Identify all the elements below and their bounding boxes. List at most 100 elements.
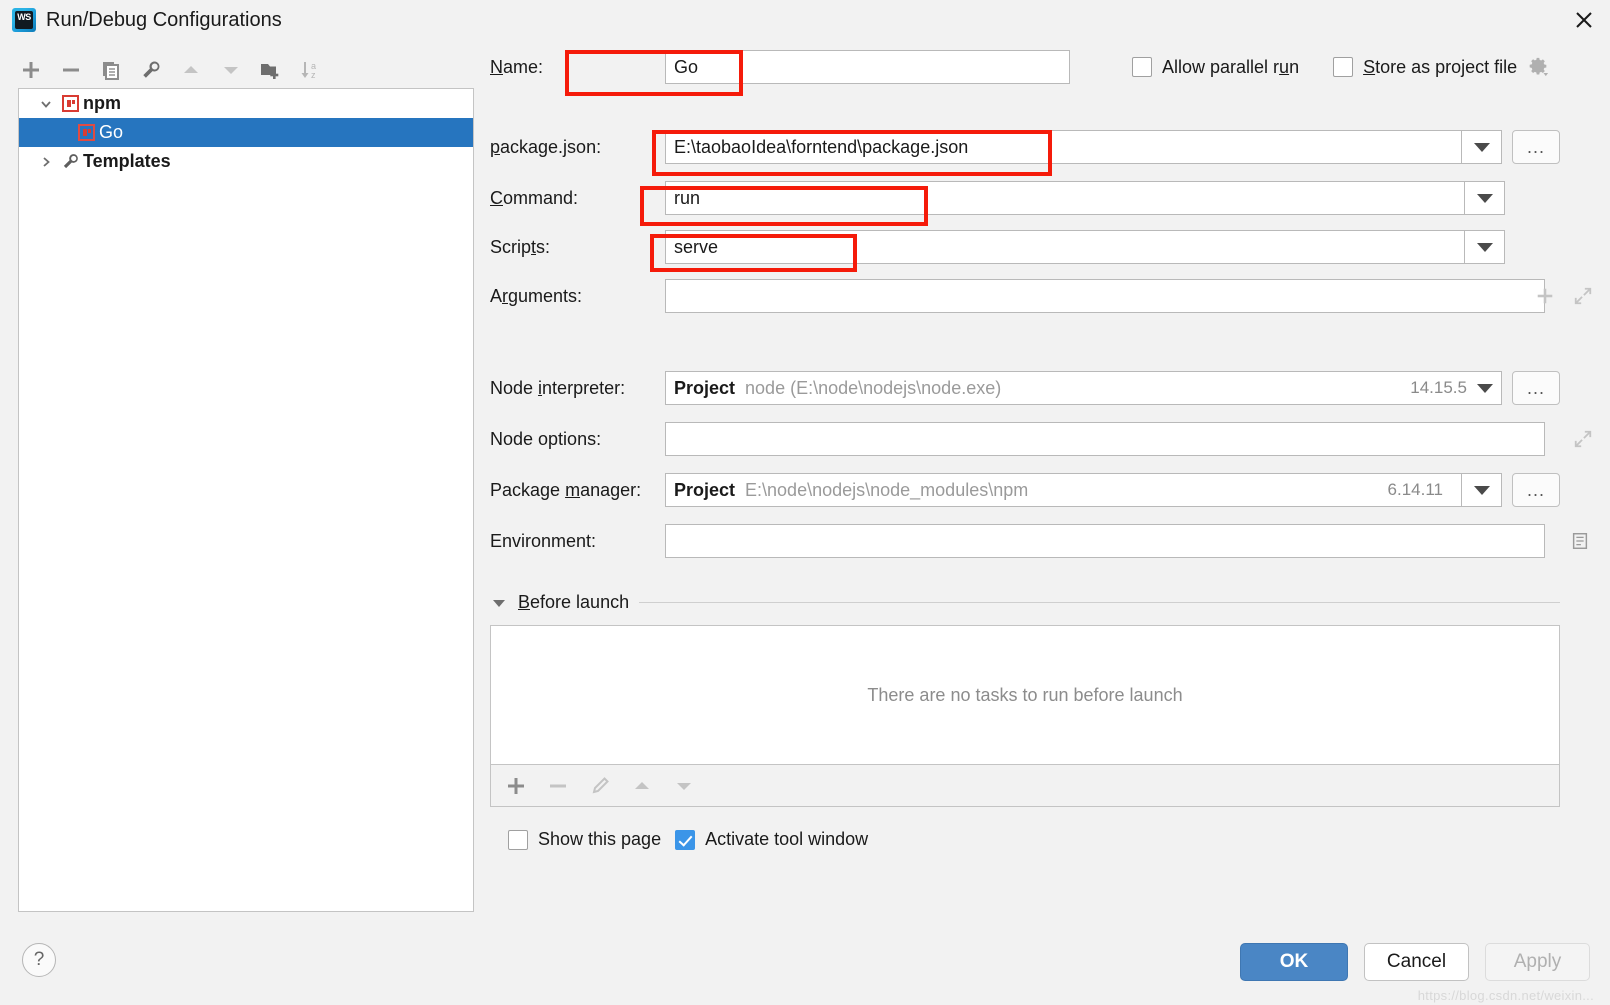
store-as-project-file-row[interactable]: Store as project file <box>1333 56 1549 78</box>
package-json-dropdown-icon[interactable] <box>1462 130 1502 164</box>
command-dropdown-icon[interactable] <box>1465 181 1505 215</box>
allow-parallel-run-row[interactable]: Allow parallel run <box>1132 57 1299 78</box>
environment-row: Environment: <box>490 518 1588 564</box>
section-divider <box>639 602 1560 603</box>
before-launch-toolbar <box>490 765 1560 807</box>
configurations-tree[interactable]: npm Go Templates <box>18 88 474 912</box>
tree-item-label: npm <box>83 93 121 113</box>
show-this-page-checkbox[interactable] <box>508 829 528 850</box>
package-manager-label: Package manager: <box>490 479 642 500</box>
new-folder-icon[interactable] <box>258 57 284 83</box>
node-options-input[interactable] <box>665 422 1545 456</box>
before-launch-empty-text: There are no tasks to run before launch <box>867 684 1183 705</box>
node-interpreter-browse-button[interactable]: ... <box>1512 371 1560 405</box>
show-this-page-row[interactable]: Show this page <box>508 829 661 850</box>
node-interpreter-input[interactable]: Project node (E:\node\nodejs\node.exe) 1… <box>665 371 1502 405</box>
ok-button[interactable]: OK <box>1240 943 1348 981</box>
name-row: Name: Go Allow parallel run Store as pro… <box>490 44 1560 90</box>
package-manager-input[interactable]: Project E:\node\nodejs\node_modules\npm … <box>665 473 1462 507</box>
close-icon[interactable] <box>1558 0 1610 40</box>
wrench-icon <box>57 152 83 171</box>
node-interpreter-value: node (E:\node\nodejs\node.exe) <box>745 377 1002 398</box>
node-options-expand-icon[interactable] <box>1573 429 1593 449</box>
dialog-buttons: OK Cancel Apply <box>1240 943 1590 981</box>
allow-parallel-run-label[interactable]: Allow parallel run <box>1162 57 1299 78</box>
node-interpreter-version: 14.15.5 <box>1410 378 1467 397</box>
arrow-down-icon[interactable] <box>218 57 244 83</box>
activate-tool-window-label[interactable]: Activate tool window <box>705 829 868 850</box>
chevron-down-icon[interactable] <box>35 97 57 111</box>
scripts-dropdown-icon[interactable] <box>1465 230 1505 264</box>
pencil-icon[interactable] <box>589 775 611 797</box>
environment-input[interactable] <box>665 524 1545 558</box>
node-interpreter-dropdown-icon[interactable] <box>1477 383 1493 393</box>
package-manager-version: 6.14.11 <box>1387 480 1443 499</box>
store-as-project-file-checkbox[interactable] <box>1333 57 1354 77</box>
node-interpreter-scope: Project <box>674 377 736 398</box>
package-manager-browse-button[interactable]: ... <box>1512 473 1560 507</box>
copy-icon[interactable] <box>98 57 124 83</box>
npm-icon <box>73 124 99 141</box>
tree-item-go[interactable]: Go <box>19 118 473 147</box>
configuration-form: Name: Go Allow parallel run Store as pro… <box>490 44 1592 850</box>
tree-item-label: Go <box>99 122 124 142</box>
allow-parallel-run-checkbox[interactable] <box>1132 57 1152 77</box>
cancel-button[interactable]: Cancel <box>1364 943 1469 981</box>
chevron-right-icon[interactable] <box>35 155 57 169</box>
node-options-label: Node options: <box>490 428 602 449</box>
activate-tool-window-checkbox[interactable] <box>675 829 696 850</box>
plus-icon[interactable] <box>18 57 44 83</box>
package-manager-scope: Project <box>674 479 736 500</box>
tree-item-templates[interactable]: Templates <box>19 147 473 176</box>
help-icon[interactable]: ? <box>22 943 56 977</box>
plus-icon[interactable] <box>505 775 527 797</box>
before-launch-options: Show this page Activate tool window <box>490 829 1560 850</box>
scripts-input[interactable]: serve <box>665 230 1465 264</box>
scripts-label: Scripts: <box>490 236 551 257</box>
arguments-add-icon[interactable] <box>1535 286 1555 306</box>
name-label: Name: <box>490 56 544 77</box>
environment-label: Environment: <box>490 530 597 551</box>
triangle-down-icon[interactable] <box>490 594 508 612</box>
package-json-label: package.json: <box>490 136 602 157</box>
show-this-page-label[interactable]: Show this page <box>538 829 661 850</box>
title-bar: Run/Debug Configurations <box>0 0 1610 40</box>
svg-text:z: z <box>311 70 316 80</box>
before-launch-title: Before launch <box>518 592 630 612</box>
env-vars-icon[interactable] <box>1570 531 1590 551</box>
gear-icon[interactable] <box>1527 56 1549 78</box>
arguments-input[interactable] <box>665 279 1545 313</box>
package-json-browse-button[interactable]: ... <box>1512 130 1560 164</box>
arguments-row: Arguments: <box>490 273 1592 319</box>
command-input[interactable]: run <box>665 181 1465 215</box>
package-json-input[interactable]: E:\taobaoIdea\forntend\package.json <box>665 130 1462 164</box>
package-json-row: package.json: E:\taobaoIdea\forntend\pac… <box>490 124 1560 170</box>
arguments-label: Arguments: <box>490 285 583 306</box>
arguments-expand-icon[interactable] <box>1573 286 1593 306</box>
arrow-up-icon[interactable] <box>631 775 653 797</box>
command-row: Command: run <box>490 175 1560 221</box>
arrow-down-icon[interactable] <box>673 775 695 797</box>
page-title: Run/Debug Configurations <box>46 8 282 31</box>
package-manager-value: E:\node\nodejs\node_modules\npm <box>745 479 1029 500</box>
package-manager-row: Package manager: Project E:\node\nodejs\… <box>490 467 1560 513</box>
sort-az-icon[interactable]: a z <box>298 57 324 83</box>
npm-icon <box>57 95 83 112</box>
watermark: https://blog.csdn.net/weixin... <box>1417 988 1594 1003</box>
activate-tool-window-row[interactable]: Activate tool window <box>675 829 868 850</box>
name-input[interactable]: Go <box>665 50 1070 84</box>
webstorm-logo-icon <box>12 8 36 32</box>
before-launch-header[interactable]: Before launch <box>490 592 1560 613</box>
store-as-project-file-label[interactable]: Store as project file <box>1363 57 1517 78</box>
node-interpreter-label: Node interpreter: <box>490 377 626 398</box>
minus-icon[interactable] <box>58 57 84 83</box>
wrench-icon[interactable] <box>138 57 164 83</box>
package-manager-dropdown-icon[interactable] <box>1462 473 1502 507</box>
command-label: Command: <box>490 187 579 208</box>
scripts-row: Scripts: serve <box>490 224 1560 270</box>
minus-icon[interactable] <box>547 775 569 797</box>
tree-item-npm[interactable]: npm <box>19 89 473 118</box>
apply-button: Apply <box>1485 943 1590 981</box>
before-launch-task-list[interactable]: There are no tasks to run before launch <box>490 625 1560 765</box>
arrow-up-icon[interactable] <box>178 57 204 83</box>
